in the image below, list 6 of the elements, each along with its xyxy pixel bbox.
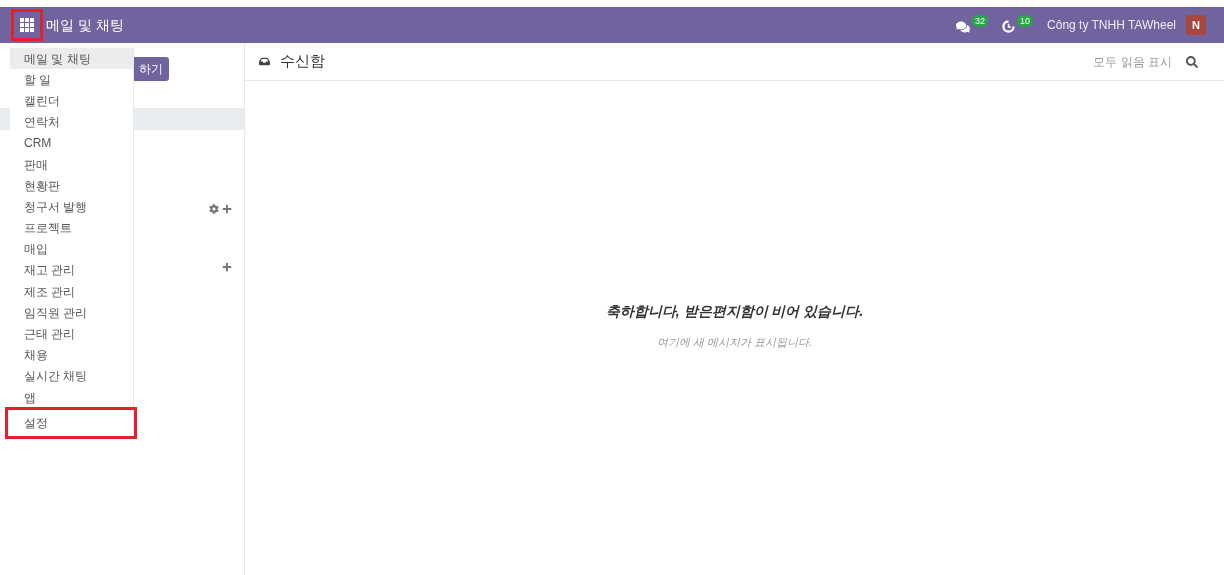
activity-count-badge: 10 [1017,15,1034,27]
empty-inbox-title: 축하합니다, 받은편지함이 비어 있습니다. [605,302,864,321]
inbox-title: 수신함 [280,51,325,72]
empty-inbox-subtitle: 여기에 새 메시지가 표시됩니다. [656,335,813,350]
message-count-badge: 32 [972,15,989,27]
app-title: 메일 및 채팅 [46,15,124,35]
